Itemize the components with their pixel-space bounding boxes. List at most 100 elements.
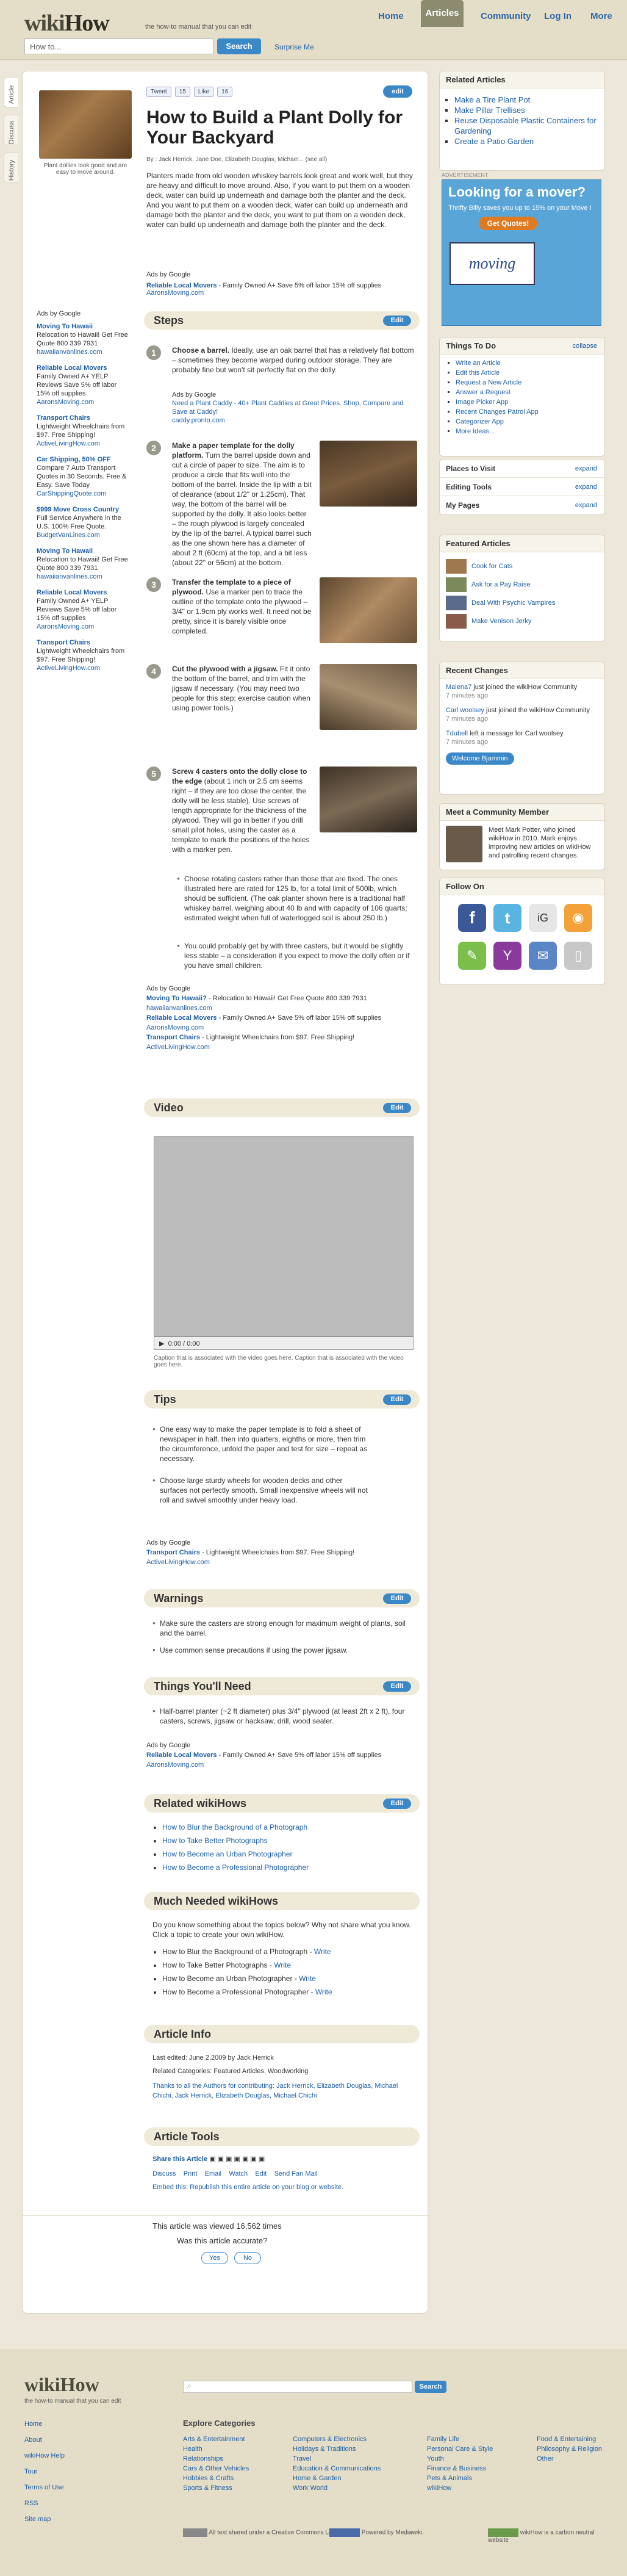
fan-mail-link[interactable]: Send Fan Mail	[274, 2170, 318, 2177]
twitter-icon[interactable]: t	[493, 904, 521, 932]
ad-title[interactable]: Transport Chairs	[146, 1549, 200, 1556]
nav-community[interactable]: Community	[481, 7, 531, 26]
mediawiki-icon[interactable]	[329, 2528, 360, 2537]
category-link[interactable]: Education & Communications	[293, 2464, 381, 2473]
todo-link[interactable]: Answer a Request	[456, 388, 598, 397]
todo-link[interactable]: Image Picker App	[456, 397, 598, 407]
footer-logo[interactable]: wikiHow	[24, 2373, 99, 2396]
wikihow-logo[interactable]: wikiHow	[24, 10, 110, 37]
step-image[interactable]	[320, 441, 417, 507]
places-to-visit-row[interactable]: Places to Visit expand	[440, 460, 604, 478]
share-icons[interactable]: ▣ ▣ ▣ ▣ ▣ ▣ ▣	[209, 2156, 265, 2163]
todo-link[interactable]: More Ideas...	[456, 427, 598, 436]
editing-tools-row[interactable]: Editing Tools expand	[440, 478, 604, 496]
nav-more[interactable]: More	[590, 7, 612, 26]
category-link[interactable]: Hobbies & Crafts	[183, 2473, 249, 2483]
ad-text[interactable]: Need a Plant Caddy - 40+ Plant Caddies a…	[172, 400, 403, 416]
category-link[interactable]: Computers & Electronics	[293, 2434, 381, 2444]
stumbleupon-icon[interactable]: ✎	[458, 942, 486, 970]
get-quotes-button[interactable]: Get Quotes!	[479, 217, 537, 230]
video-player[interactable]	[154, 1136, 414, 1337]
category-link[interactable]: Travel	[293, 2454, 381, 2464]
left-ad[interactable]: Moving To Hawaii Relocation to Hawaii! Ge…	[37, 322, 128, 356]
related-article-link[interactable]: Make Pillar Trellises	[454, 105, 598, 115]
google-icon[interactable]: iG	[529, 904, 557, 932]
category-link[interactable]: Youth	[427, 2454, 493, 2464]
left-ad[interactable]: Moving To Hawaii Relocation to Hawaii! Ge…	[37, 547, 128, 581]
expand-link[interactable]: expand	[575, 460, 597, 478]
left-ad[interactable]: Reliable Local Movers Family Owned A+ YEL…	[37, 588, 128, 631]
ad-title[interactable]: Moving To Hawaii?	[146, 995, 207, 1002]
footer-link[interactable]: wikiHow Help	[24, 2448, 65, 2464]
todo-link[interactable]: Edit this Article	[456, 368, 598, 378]
featured-item[interactable]: Deal With Psychic Vampires	[446, 594, 598, 612]
left-ad[interactable]: Transport Chairs Lightweight Wheelchairs …	[37, 414, 128, 448]
cc-license-icon[interactable]	[183, 2528, 207, 2537]
footer-link[interactable]: RSS	[24, 2495, 65, 2511]
category-link[interactable]: Work World	[293, 2483, 381, 2493]
related-edit-button[interactable]: Edit	[383, 1799, 411, 1809]
category-link[interactable]: Holidays & Traditions	[293, 2444, 381, 2454]
expand-link[interactable]: expand	[575, 496, 597, 514]
category-link[interactable]: Food & Entertaining	[537, 2434, 602, 2444]
surprise-me-link[interactable]: Surprise Me	[274, 43, 314, 51]
category-link[interactable]: Home & Garden	[293, 2473, 381, 2483]
todo-link[interactable]: Write an Article	[456, 358, 598, 368]
featured-item[interactable]: Cook for Cats	[446, 557, 598, 575]
category-link[interactable]: Health	[183, 2444, 249, 2454]
related-article-link[interactable]: Make a Tire Plant Pot	[454, 95, 598, 105]
todo-link[interactable]: Recent Changes Patrol App	[456, 407, 598, 417]
related-link[interactable]: How to Take Better Photographs	[162, 1836, 415, 1845]
step-image[interactable]	[320, 767, 417, 832]
left-ad[interactable]: Car Shipping, 50% OFF Compare 7 Auto Tran…	[37, 455, 128, 498]
step-image[interactable]	[320, 577, 417, 643]
related-link[interactable]: How to Become a Professional Photographe…	[162, 1863, 415, 1872]
print-link[interactable]: Print	[184, 2170, 198, 2177]
category-link[interactable]: Personal Care & Style	[427, 2444, 493, 2454]
play-icon[interactable]: ▶	[159, 1340, 164, 1348]
related-article-link[interactable]: Create a Patio Garden	[454, 136, 598, 146]
watch-link[interactable]: Watch	[229, 2170, 248, 2177]
tab-history[interactable]: History	[4, 153, 18, 183]
ad-title[interactable]: Reliable Local Movers	[146, 1014, 217, 1022]
expand-link[interactable]: expand	[575, 478, 597, 496]
ad-url[interactable]: ActiveLivingHow.com	[146, 1559, 210, 1566]
article-image[interactable]	[39, 90, 132, 159]
ad-title[interactable]: Transport Chairs	[146, 1034, 200, 1041]
category-link[interactable]: Finance & Business	[427, 2464, 493, 2473]
email-link[interactable]: Email	[205, 2170, 222, 2177]
welcome-badge[interactable]: Welcome Bjammin	[446, 752, 514, 765]
category-link[interactable]: Pets & Animals	[427, 2473, 493, 2483]
category-link[interactable]: Family Life	[427, 2434, 493, 2444]
nav-articles[interactable]: Articles	[421, 0, 464, 27]
footer-link[interactable]: Home	[24, 2416, 65, 2432]
yes-button[interactable]: Yes	[201, 2252, 228, 2264]
ad-url[interactable]: caddy.pronto.com	[172, 417, 225, 424]
my-pages-row[interactable]: My Pages expand	[440, 496, 604, 514]
no-button[interactable]: No	[234, 2252, 261, 2264]
edit-article-button[interactable]: edit	[383, 85, 412, 98]
category-link[interactable]: Cars & Other Vehicles	[183, 2464, 249, 2473]
category-link[interactable]: Sports & Fitness	[183, 2483, 249, 2493]
tips-edit-button[interactable]: Edit	[383, 1394, 411, 1405]
ad-url[interactable]: ActiveLivingHow.com	[146, 1044, 210, 1051]
avatar[interactable]	[446, 826, 482, 862]
carbon-neutral-icon[interactable]	[488, 2528, 518, 2537]
collapse-link[interactable]: collapse	[573, 337, 597, 355]
category-link[interactable]: Arts & Entertainment	[183, 2434, 249, 2444]
ad-url[interactable]: AaronsMoving.com	[146, 1761, 204, 1769]
mover-ad[interactable]: Looking for a mover? Thrifty Billy saves…	[442, 179, 601, 326]
todo-link[interactable]: Request a New Article	[456, 378, 598, 388]
tab-article[interactable]: Article	[4, 77, 18, 107]
category-link[interactable]: Other	[537, 2454, 602, 2464]
category-link[interactable]: Relationships	[183, 2454, 249, 2464]
footer-search-button[interactable]: Search	[415, 2381, 446, 2393]
write-link[interactable]: Write	[314, 1947, 331, 1956]
search-button[interactable]: Search	[217, 38, 261, 54]
ad-title[interactable]: Reliable Local Movers	[146, 1752, 217, 1759]
write-link[interactable]: Write	[274, 1961, 291, 1969]
category-link[interactable]: wikiHow	[427, 2483, 493, 2493]
related-link[interactable]: How to Blur the Background of a Photogra…	[162, 1822, 415, 1832]
ad-top-url[interactable]: AaronsMoving.com	[146, 289, 204, 297]
featured-item[interactable]: Make Venison Jerky	[446, 612, 598, 630]
